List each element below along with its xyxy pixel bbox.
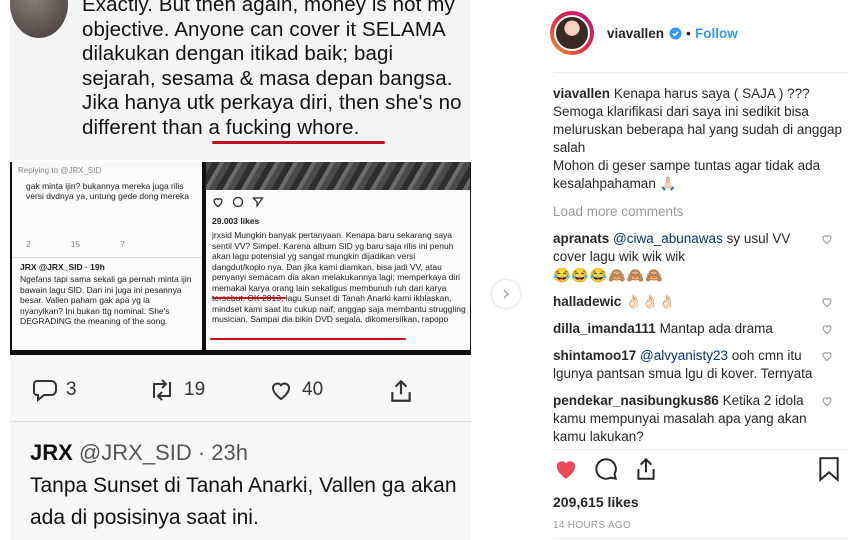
- next-slide-button[interactable]: [492, 280, 520, 308]
- post-image[interactable]: Exactly. But then again, money is not my…: [0, 0, 476, 540]
- reply-count: 2: [26, 238, 31, 249]
- comment-heart-icon[interactable]: [821, 350, 833, 362]
- tweet-like-count: 40: [302, 379, 324, 400]
- screenshot-top-text: Exactly. But then again, money is not my…: [82, 0, 462, 139]
- load-more-comments-link[interactable]: Load more comments: [553, 203, 843, 221]
- mini-heart-icon: [213, 198, 223, 208]
- tweet-retweet: 19: [148, 378, 205, 402]
- comment-heart-icon[interactable]: [821, 233, 833, 245]
- caption-text-2: Mohon di geser sampe tuntas agar tidak a…: [553, 158, 821, 191]
- tweet-body: Tanpa Sunset di Tanah Anarki, Vallen ga …: [30, 474, 457, 529]
- tweet-divider: [10, 421, 471, 422]
- actions-divider: [553, 449, 848, 450]
- header-divider: [553, 72, 848, 73]
- comment-username[interactable]: halladewic: [553, 294, 621, 309]
- follow-button[interactable]: Follow: [695, 26, 738, 41]
- reply-counts: 2 15 7: [12, 237, 202, 258]
- retweet-count: 15: [70, 238, 81, 249]
- mini-share-icon: [252, 197, 264, 208]
- comment-item: pendekar_nasibungkus86 Ketika 2 idola ka…: [553, 392, 843, 446]
- photo-fragment: [206, 162, 470, 190]
- retweet-icon: [153, 379, 171, 401]
- comment-username[interactable]: pendekar_nasibungkus86: [553, 393, 719, 408]
- chevron-right-icon: [503, 289, 510, 299]
- post-header: viavallen • Follow: [550, 8, 848, 58]
- tweet-like: 40: [268, 378, 323, 402]
- tweet-author: JRX @JRX_SID · 23h: [30, 440, 248, 466]
- likes-count[interactable]: 209,615 likes: [553, 494, 639, 510]
- comment-heart-icon[interactable]: [821, 323, 833, 335]
- image-left-edge: [0, 0, 10, 540]
- reply-to-label: Replying to @JRX_SID: [18, 166, 102, 175]
- mini-actions: [212, 196, 264, 208]
- comment-item: dilla_imanda111 Mantap ada drama: [553, 320, 843, 338]
- post-sidebar: viavallen • Follow viavallen Kenapa haru…: [540, 0, 848, 540]
- comment-username[interactable]: dilla_imanda111: [553, 321, 656, 336]
- post-actions: [550, 456, 840, 490]
- tweet-heart-icon: [271, 382, 291, 401]
- comment-heart-icon[interactable]: [821, 296, 833, 308]
- comment-text: Mantap ada drama: [655, 321, 773, 336]
- comments-section: viavallen Kenapa harus saya ( SAJA ) ???…: [553, 85, 843, 446]
- tweet-reply: 3: [32, 378, 77, 402]
- avatar-photo: [554, 15, 590, 51]
- comment-item: apranats @ciwa_abunawas sy usul VV cover…: [553, 230, 843, 284]
- avatar[interactable]: [550, 11, 594, 55]
- verified-badge-icon: [669, 27, 682, 40]
- header-username[interactable]: viavallen: [607, 26, 664, 41]
- post-caption: viavallen Kenapa harus saya ( SAJA ) ???…: [553, 85, 843, 193]
- comment-username[interactable]: shintamoo17: [553, 348, 636, 363]
- like-count: 7: [120, 238, 125, 249]
- bookmark-icon[interactable]: [818, 456, 840, 482]
- comment-item: shintamoo17 @alvyanisty23 ooh cmn itu lg…: [553, 347, 843, 383]
- comment-icon[interactable]: [592, 456, 620, 482]
- comment-mention[interactable]: @ciwa_abunawas: [613, 231, 723, 246]
- tweet-share: [388, 378, 422, 404]
- tweet-retweet-count: 19: [184, 379, 206, 400]
- red-underline-2: [212, 297, 286, 299]
- comment-mention[interactable]: @alvyanisty23: [640, 348, 728, 363]
- comment-username[interactable]: apranats: [553, 231, 609, 246]
- share-icon[interactable]: [632, 456, 660, 482]
- comment-heart-icon[interactable]: [821, 395, 833, 407]
- tweet-share-icon: [391, 379, 411, 402]
- screenshot-reply-panel: Replying to @JRX_SID gak minta ijin? buk…: [12, 162, 202, 350]
- post-timestamp: 14 HOURS AGO: [553, 520, 632, 531]
- comment-text: 👌🏻👌🏻👌🏻: [621, 294, 676, 309]
- tweet-author-handle: @JRX_SID · 23h: [78, 440, 248, 465]
- tweet-author-name: JRX: [30, 440, 73, 465]
- bottom-divider: [553, 538, 848, 539]
- tweet-reply-count: 3: [66, 379, 77, 400]
- heart-icon[interactable]: [552, 456, 580, 482]
- reply-text: gak minta ijin? bukannya mereka juga ril…: [26, 180, 190, 202]
- screenshot-instagram-panel: 29.003 likes jrxsid Mungkin banyak perta…: [206, 162, 470, 350]
- comment-item: halladewic 👌🏻👌🏻👌🏻: [553, 293, 843, 311]
- tweet-text: Ngefans tapi sama sekali ga pernah minta…: [20, 274, 192, 326]
- comment-emoji: 😂😂😂🙈🙈🙈: [553, 267, 664, 283]
- mini-caption: jrxsid Mungkin banyak pertanyaan. Kenapa…: [212, 230, 466, 324]
- mini-comment-icon: [232, 196, 244, 208]
- header-dot: •: [686, 25, 691, 41]
- red-underline-3: [210, 338, 406, 340]
- reply-icon: [33, 380, 57, 402]
- red-underline: [212, 141, 385, 144]
- tweet-head: JRX @JRX_SID · 19h: [20, 261, 105, 272]
- tweet-actions: 3 19 40: [20, 378, 460, 410]
- caption-username[interactable]: viavallen: [553, 86, 610, 101]
- mini-likes: 29.003 likes: [212, 216, 260, 226]
